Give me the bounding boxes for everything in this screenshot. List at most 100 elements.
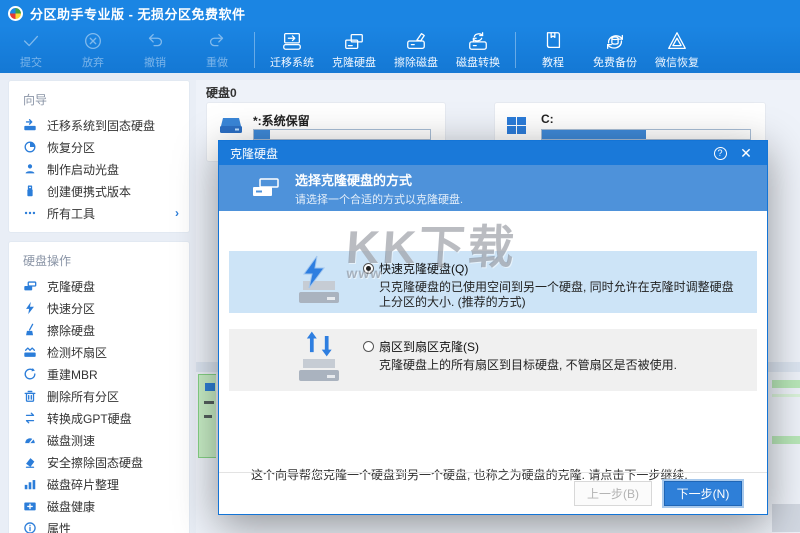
sidebar-item-recover-partition[interactable]: 恢复分区 bbox=[9, 136, 189, 158]
option-quick-clone[interactable]: 快速克隆硬盘(Q) 只克隆硬盘的已使用空间到另一个硬盘, 同时允许在克隆时调整硬… bbox=[229, 251, 757, 313]
sidebar-item-quick-partition[interactable]: 快速分区 bbox=[9, 297, 189, 319]
sidebar-item-all-tools[interactable]: 所有工具 › bbox=[9, 202, 189, 224]
disk-convert-icon bbox=[467, 30, 489, 52]
submit-check-icon bbox=[20, 30, 42, 52]
disk-operations-panel: 硬盘操作 克隆硬盘 快速分区 擦除硬盘 检测坏扇区 重建MBR bbox=[8, 241, 190, 533]
dialog-header-subtitle: 请选择一个合适的方式以克隆硬盘. bbox=[295, 191, 463, 207]
up-down-arrows-icon bbox=[305, 331, 335, 365]
option-label: 扇区到扇区克隆(S) bbox=[379, 338, 479, 355]
tutorial-button[interactable]: 教程 bbox=[522, 28, 584, 72]
portable-version-icon bbox=[23, 184, 37, 198]
clone-disk-icon bbox=[343, 30, 365, 52]
dialog-header-band: 选择克隆硬盘的方式 请选择一个合适的方式以克隆硬盘. bbox=[219, 165, 767, 211]
discard-button[interactable]: 放弃 bbox=[62, 28, 124, 72]
lightning-bolt-icon bbox=[301, 255, 327, 289]
clone-disk-dialog: 克隆硬盘 ? ✕ 选择克隆硬盘的方式 请选择一个合适的方式以克隆硬盘. bbox=[218, 140, 768, 515]
dialog-title: 克隆硬盘 bbox=[230, 145, 707, 162]
redo-arrow-icon bbox=[206, 30, 228, 52]
sidebar-item-disk-defrag[interactable]: 磁盘碎片整理 bbox=[9, 473, 189, 495]
wizard-panel: 向导 迁移系统到固态硬盘 恢复分区 制作启动光盘 创建便携式版本 所有工具 › bbox=[8, 80, 190, 233]
dialog-help-button[interactable]: ? bbox=[707, 144, 733, 162]
partition-usage-fill bbox=[542, 130, 646, 139]
dialog-footer: 上一步(B) 下一步(N) bbox=[219, 472, 767, 514]
sidebar-item-make-bootable-media[interactable]: 制作启动光盘 bbox=[9, 158, 189, 180]
option-description: 只克隆硬盘的已使用空间到另一个硬盘, 同时允许在克隆时调整硬盘上分区的大小. (… bbox=[363, 280, 741, 310]
disk-ops-section-header: 硬盘操作 bbox=[9, 248, 189, 275]
partition-name: *:系统保留 bbox=[253, 112, 310, 129]
migrate-os-icon bbox=[23, 118, 37, 132]
redo-button[interactable]: 重做 bbox=[186, 28, 248, 72]
option-description: 克隆硬盘上的所有扇区到目标硬盘, 不管扇区是否被使用. bbox=[363, 358, 741, 373]
hard-drive-icon bbox=[219, 117, 243, 139]
properties-info-icon bbox=[23, 521, 37, 533]
disk-row-fragment bbox=[772, 380, 800, 388]
selected-disk-row-fragment bbox=[198, 374, 216, 458]
sidebar-item-secure-erase-ssd[interactable]: 安全擦除固态硬盘 bbox=[9, 451, 189, 473]
sidebar-item-delete-all-partitions[interactable]: 删除所有分区 bbox=[9, 385, 189, 407]
title-bar: 分区助手专业版 - 无损分区免费软件 bbox=[0, 0, 800, 26]
help-icon: ? bbox=[714, 147, 727, 160]
defrag-icon bbox=[23, 477, 37, 491]
wechat-recovery-icon bbox=[666, 30, 688, 52]
window-title: 分区助手专业版 - 无损分区免费软件 bbox=[30, 4, 246, 23]
previous-button[interactable]: 上一步(B) bbox=[574, 481, 652, 506]
disk-icon bbox=[205, 383, 215, 391]
bad-sector-icon bbox=[23, 345, 37, 359]
sidebar-item-wipe-disk[interactable]: 擦除硬盘 bbox=[9, 319, 189, 341]
clone-disk-icon bbox=[23, 279, 37, 293]
sidebar-item-properties[interactable]: 属性 bbox=[9, 517, 189, 533]
sidebar-item-migrate-os-to-ssd[interactable]: 迁移系统到固态硬盘 bbox=[9, 114, 189, 136]
app-logo-icon bbox=[8, 6, 23, 21]
disk-label: 硬盘0 bbox=[206, 84, 237, 101]
sidebar-item-create-portable-version[interactable]: 创建便携式版本 bbox=[9, 180, 189, 202]
toolbar-separator bbox=[254, 32, 255, 68]
rebuild-mbr-icon bbox=[23, 367, 37, 381]
disk-graphic-fragment bbox=[772, 504, 800, 532]
quick-clone-icon bbox=[299, 261, 347, 303]
sidebar-item-check-bad-sectors[interactable]: 检测坏扇区 bbox=[9, 341, 189, 363]
dialog-title-bar[interactable]: 克隆硬盘 ? ✕ bbox=[219, 141, 767, 165]
app-window: 分区助手专业版 - 无损分区免费软件 提交 放弃 撤销 重做 迁移系统 克隆硬盘 bbox=[0, 0, 800, 533]
submit-button[interactable]: 提交 bbox=[0, 28, 62, 72]
wipe-disk-icon bbox=[405, 30, 427, 52]
toolbar-bottom-strip bbox=[0, 73, 800, 80]
delete-partitions-icon bbox=[23, 389, 37, 403]
free-backup-button[interactable]: 免费备份 bbox=[584, 28, 646, 72]
free-backup-icon bbox=[604, 30, 626, 52]
wipe-disk-button[interactable]: 擦除磁盘 bbox=[385, 28, 447, 72]
wipe-disk-icon bbox=[23, 323, 37, 337]
option-label: 快速克隆硬盘(Q) bbox=[379, 260, 468, 277]
all-tools-icon bbox=[23, 206, 37, 220]
radio-unselected-icon[interactable] bbox=[363, 341, 374, 352]
sidebar-item-disk-health[interactable]: 磁盘健康 bbox=[9, 495, 189, 517]
partition-usage-bar bbox=[541, 129, 751, 140]
toolbar: 提交 放弃 撤销 重做 迁移系统 克隆硬盘 擦除磁盘 磁盘转换 bbox=[0, 26, 800, 73]
sidebar-item-clone-disk[interactable]: 克隆硬盘 bbox=[9, 275, 189, 297]
tutorial-book-icon bbox=[542, 30, 564, 52]
dialog-close-button[interactable]: ✕ bbox=[733, 144, 759, 162]
secure-erase-icon bbox=[23, 455, 37, 469]
bootable-media-icon bbox=[23, 162, 37, 176]
sidebar-item-convert-to-gpt[interactable]: 转换成GPT硬盘 bbox=[9, 407, 189, 429]
sidebar-item-rebuild-mbr[interactable]: 重建MBR bbox=[9, 363, 189, 385]
undo-button[interactable]: 撤销 bbox=[124, 28, 186, 72]
next-button[interactable]: 下一步(N) bbox=[664, 481, 742, 506]
migrate-os-button[interactable]: 迁移系统 bbox=[261, 28, 323, 72]
partition-name: C: bbox=[541, 112, 554, 126]
option-sector-clone[interactable]: 扇区到扇区克隆(S) 克隆硬盘上的所有扇区到目标硬盘, 不管扇区是否被使用. bbox=[229, 329, 757, 391]
disk-health-icon bbox=[23, 499, 37, 513]
disk-row-fragment bbox=[772, 436, 800, 444]
dialog-header-title: 选择克隆硬盘的方式 bbox=[295, 170, 463, 189]
sidebar: 向导 迁移系统到固态硬盘 恢复分区 制作启动光盘 创建便携式版本 所有工具 › bbox=[8, 80, 190, 533]
wechat-recovery-button[interactable]: 微信恢复 bbox=[646, 28, 708, 72]
disk-row-fragment bbox=[772, 394, 800, 397]
chevron-right-icon: › bbox=[175, 206, 179, 220]
partition-usage-fill bbox=[254, 130, 270, 139]
partition-usage-bar bbox=[253, 129, 431, 140]
clone-disk-button[interactable]: 克隆硬盘 bbox=[323, 28, 385, 72]
disk-convert-button[interactable]: 磁盘转换 bbox=[447, 28, 509, 72]
sidebar-item-disk-speed-test[interactable]: 磁盘测速 bbox=[9, 429, 189, 451]
radio-selected-icon[interactable] bbox=[363, 263, 374, 274]
undo-arrow-icon bbox=[144, 30, 166, 52]
convert-gpt-icon bbox=[23, 411, 37, 425]
